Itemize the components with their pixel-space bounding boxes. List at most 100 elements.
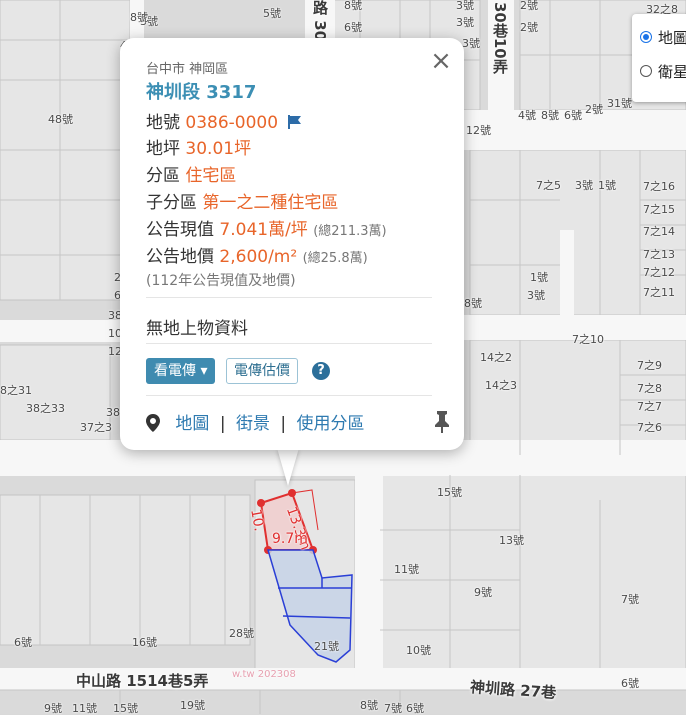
current-value: 7.041萬/坪 — [219, 220, 308, 240]
address-number: 28號 — [229, 627, 254, 640]
subzone-value: 第一之二種住宅區 — [202, 193, 339, 213]
address-number: 19號 — [180, 699, 205, 712]
address-number: 6號 — [621, 677, 639, 690]
address-number: 8號 — [344, 0, 362, 12]
link-zoning[interactable]: 使用分區 — [297, 414, 365, 434]
radio-selected-icon[interactable] — [640, 31, 652, 43]
lot-number-row: 地號 0386-0000 — [146, 108, 303, 133]
address-number: 31號 — [607, 97, 632, 110]
address-number: 8號 — [464, 297, 482, 310]
address-number: 7之16 — [643, 180, 675, 193]
zone-label: 分區 — [146, 166, 180, 186]
address-number: 6號 — [14, 636, 32, 649]
current-value-row: 公告現值 7.041萬/坪 (總211.3萬) — [146, 215, 387, 240]
transcript-estimate-button[interactable]: 電傳估價 — [226, 358, 298, 384]
address-number: 13號 — [499, 534, 524, 547]
help-icon[interactable]: ? — [312, 362, 330, 380]
layer-option-label: 衛星 — [658, 62, 686, 81]
current-value-total: (總211.3萬) — [313, 224, 387, 239]
popup-links: 地圖 | 街景 | 使用分區 — [146, 409, 365, 434]
layer-option-map[interactable]: 地圖 — [640, 27, 686, 47]
divider — [146, 343, 432, 344]
watermark: w.tw 202308 — [232, 669, 296, 680]
address-number: 6號 — [344, 21, 362, 34]
link-map[interactable]: 地圖 — [175, 414, 209, 434]
address-number: 11號 — [72, 702, 97, 715]
address-number: 21號 — [314, 640, 339, 653]
view-transcript-button[interactable]: 看電傳 ▾ — [146, 358, 216, 384]
address-number: 38 — [106, 406, 120, 419]
road-label: 中山路 1514巷5弄 — [76, 672, 209, 690]
thumbtack-icon[interactable] — [432, 410, 452, 434]
address-number: 3號 — [462, 37, 480, 50]
address-number: 7號 — [621, 593, 639, 606]
address-number: 38之33 — [26, 402, 65, 415]
radio-unselected-icon[interactable] — [640, 65, 652, 77]
address-number: 6號 — [406, 702, 424, 715]
address-number: 9號 — [44, 702, 62, 715]
address-number: 7之14 — [643, 225, 675, 238]
measure-label: 9.7m — [272, 531, 308, 547]
address-number: 1號 — [530, 271, 548, 284]
address-number: 2號 — [520, 0, 538, 12]
address-number: 15號 — [437, 486, 462, 499]
address-number: 3號 — [456, 16, 474, 29]
area-row: 地坪 30.01坪 — [146, 134, 251, 159]
address-number: 7之5 — [536, 179, 561, 192]
address-number: 3號 — [456, 0, 474, 12]
road-label: 路 30 — [311, 0, 329, 42]
address-number: 3號 — [575, 179, 593, 192]
link-street-view[interactable]: 街景 — [236, 414, 270, 434]
address-number: 2號 — [585, 103, 603, 116]
address-number: 7之7 — [637, 400, 662, 413]
layer-switcher: 地圖 衛星 — [632, 14, 686, 102]
area-label: 地坪 — [146, 139, 180, 159]
popup-title[interactable]: 神圳段 3317 — [146, 78, 256, 104]
address-number: 9號 — [474, 586, 492, 599]
address-number: 37之3 — [80, 421, 112, 434]
address-number: 8號 — [541, 109, 559, 122]
address-number: 7之15 — [643, 203, 675, 216]
address-number: 12號 — [466, 124, 491, 137]
address-number: 4號 — [518, 109, 536, 122]
divider — [146, 297, 432, 298]
address-number: 11號 — [394, 563, 419, 576]
address-number: 7之6 — [637, 421, 662, 434]
land-price-total: (總25.8萬) — [302, 251, 368, 266]
measure-label: 10. — [247, 507, 267, 533]
address-number: 8之31 — [0, 384, 32, 397]
land-price-label: 公告地價 — [146, 247, 214, 267]
address-number: 5號 — [263, 7, 281, 20]
address-number: 14之2 — [480, 351, 512, 364]
flag-icon[interactable] — [287, 114, 303, 130]
subzone-label: 子分區 — [146, 193, 197, 213]
road-label: 30巷10弄 — [491, 2, 509, 74]
address-number: 15號 — [113, 702, 138, 715]
no-building-text: 無地上物資料 — [146, 319, 248, 339]
address-number: 7號 — [384, 702, 402, 715]
divider — [146, 395, 432, 396]
layer-option-satellite[interactable]: 衛星 — [640, 61, 686, 81]
address-number: 1號 — [598, 179, 616, 192]
address-number: 7之12 — [643, 266, 675, 279]
parcel-info-popup: × 台中市 神岡區 神圳段 3317 地號 0386-0000 地坪 30.01… — [120, 38, 464, 450]
address-number: 2號 — [520, 21, 538, 34]
land-price-value: 2,600/m² — [219, 247, 298, 267]
lot-number-label: 地號 — [146, 113, 180, 133]
address-number: 7之11 — [643, 286, 675, 299]
address-number: 6號 — [564, 109, 582, 122]
close-icon[interactable]: × — [428, 48, 454, 74]
address-number: 8號 — [130, 11, 148, 24]
address-number: 48號 — [48, 113, 73, 126]
price-year-note: (112年公告現值及地價) — [146, 273, 296, 289]
zone-value: 住宅區 — [185, 166, 237, 186]
address-number: 7之13 — [643, 248, 675, 261]
link-separator: | — [280, 414, 287, 434]
area-value: 30.01坪 — [185, 139, 252, 159]
land-price-row: 公告地價 2,600/m² (總25.8萬) — [146, 242, 368, 267]
address-number: 3號 — [527, 289, 545, 302]
address-number: 14之3 — [485, 379, 517, 392]
address-number: 8號 — [360, 699, 378, 712]
map-pin-icon — [146, 414, 160, 432]
popup-city: 台中市 神岡區 — [146, 62, 229, 77]
